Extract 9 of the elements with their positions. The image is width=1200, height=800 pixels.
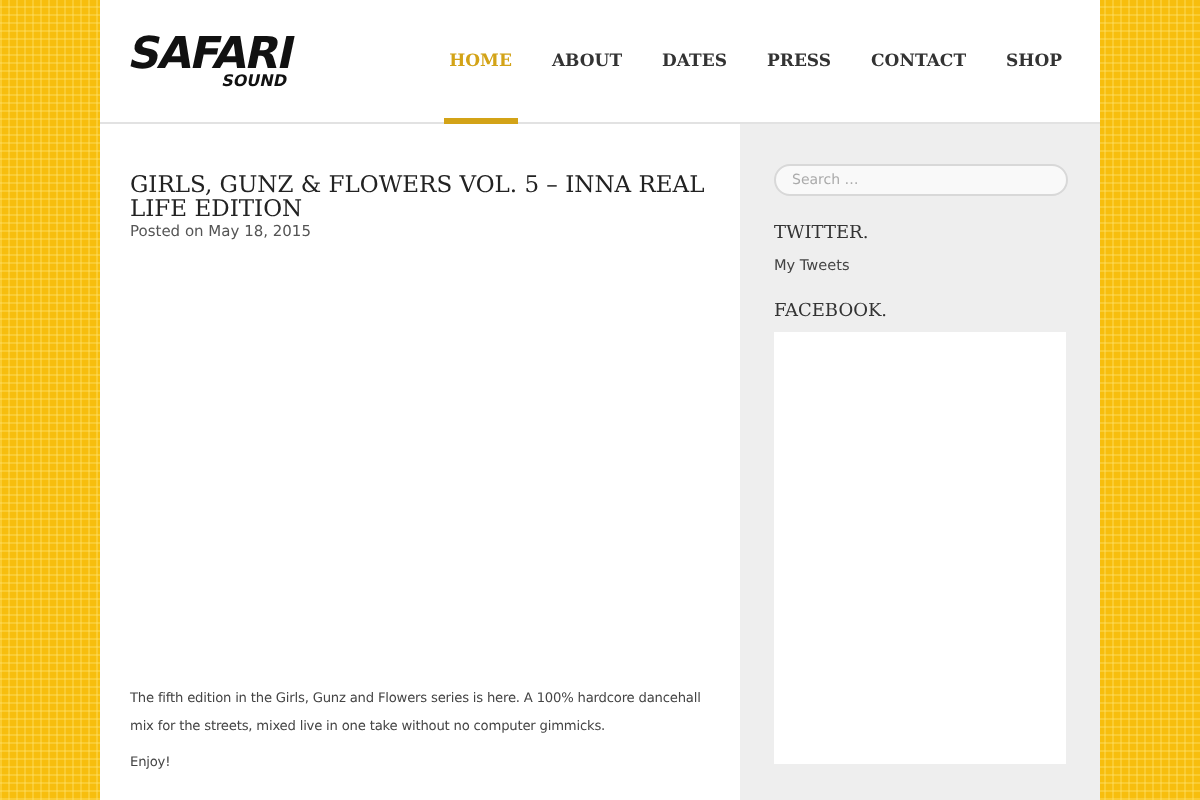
nav-link[interactable]: ABOUT: [545, 0, 629, 123]
nav-link[interactable]: PRESS: [761, 0, 838, 123]
nav-link[interactable]: CONTACT: [865, 0, 973, 123]
widget-title: FACEBOOK.: [774, 302, 890, 322]
post-title: GIRLS, GUNZ & FLOWERS VOL. 5 – INNA REAL LIFE EDITION: [130, 172, 707, 220]
nav-link[interactable]: SHOP: [1000, 0, 1068, 123]
widget-title: TWITTER.: [774, 224, 871, 244]
nav-link[interactable]: DATES: [656, 0, 733, 123]
logo[interactable]: SAFARI SOUND: [122, 33, 297, 89]
